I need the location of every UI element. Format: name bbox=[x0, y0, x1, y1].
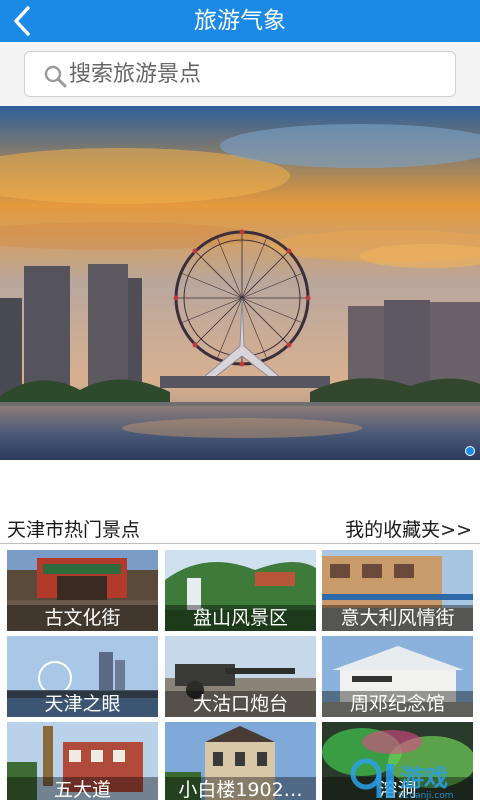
spot-label: 小白楼1902… bbox=[165, 777, 316, 800]
page-title: 旅游气象 bbox=[194, 8, 286, 34]
spot-label: 古文化街 bbox=[7, 605, 158, 631]
spacer bbox=[0, 460, 480, 512]
spot-label: 天津之眼 bbox=[7, 691, 158, 717]
spot-tile[interactable]: 天津之眼 bbox=[7, 636, 158, 717]
spot-tile[interactable]: 五大道 bbox=[7, 722, 158, 800]
watermark-logo: 游戏 91danji.com bbox=[350, 758, 453, 800]
section-header: 天津市热门景点 我的收藏夹>> bbox=[0, 512, 480, 544]
search-input[interactable] bbox=[69, 52, 449, 96]
spot-label: 意大利风情街 bbox=[322, 605, 473, 631]
spot-tile[interactable]: 大沽口炮台 bbox=[165, 636, 316, 717]
spot-label: 大沽口炮台 bbox=[165, 691, 316, 717]
ferris-wheel-photo bbox=[0, 106, 480, 460]
spot-tile[interactable]: 古文化街 bbox=[7, 550, 158, 631]
search-box[interactable] bbox=[24, 51, 456, 97]
top-bar: 旅游气象 bbox=[0, 0, 480, 42]
spot-label: 周邓纪念馆 bbox=[322, 691, 473, 717]
banner-carousel[interactable] bbox=[0, 106, 480, 460]
spot-label: 五大道 bbox=[7, 777, 158, 800]
search-icon bbox=[44, 65, 67, 88]
svg-text:游戏: 游戏 bbox=[400, 764, 448, 792]
spot-tile[interactable]: 意大利风情街 bbox=[322, 550, 473, 631]
search-area bbox=[0, 42, 480, 106]
favorites-link[interactable]: 我的收藏夹>> bbox=[345, 515, 472, 542]
spot-tile[interactable]: 周邓纪念馆 bbox=[322, 636, 473, 717]
spot-tile[interactable]: 盘山风景区 bbox=[165, 550, 316, 631]
carousel-dot-active[interactable] bbox=[465, 446, 475, 456]
svg-text:91danji.com: 91danji.com bbox=[398, 791, 453, 800]
section-title: 天津市热门景点 bbox=[7, 519, 141, 541]
spot-label: 盘山风景区 bbox=[165, 605, 316, 631]
spot-tile[interactable]: 小白楼1902… bbox=[165, 722, 316, 800]
